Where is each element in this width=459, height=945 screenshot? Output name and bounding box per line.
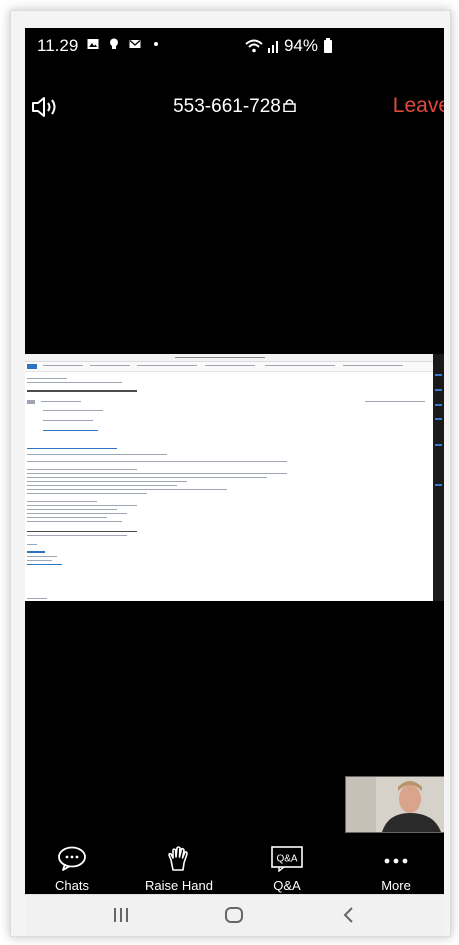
leave-button[interactable]: Leave — [393, 94, 444, 118]
side-taskbar — [433, 354, 444, 601]
status-right: 94% — [245, 36, 332, 56]
self-video[interactable] — [345, 776, 444, 833]
qa-button[interactable]: Q&A Q&A — [237, 846, 337, 893]
recent-apps-icon[interactable] — [111, 905, 131, 925]
chat-bubble-icon — [58, 846, 86, 871]
phone-screen: 11.29 94% 553-661-728 Leav Chats Raise H… — [25, 28, 444, 935]
self-video-person — [346, 777, 444, 832]
raise-hand-icon — [168, 846, 188, 871]
shared-titlebar — [25, 354, 433, 362]
status-bar: 11.29 94% — [25, 28, 444, 64]
qa-icon: Q&A — [271, 846, 303, 872]
svg-text:Q&A: Q&A — [276, 854, 297, 865]
bulb-icon — [110, 38, 118, 49]
meeting-toolbar: Chats Raise Hand Q&A Q&A More — [25, 840, 444, 894]
chats-button[interactable]: Chats — [25, 846, 122, 893]
shared-screen — [25, 354, 433, 601]
dot-icon — [154, 42, 158, 46]
signal-icon — [267, 41, 278, 53]
raise-hand-label: Raise Hand — [145, 878, 213, 893]
wifi-icon — [245, 39, 263, 53]
home-icon[interactable] — [224, 905, 244, 925]
status-left-icons — [87, 38, 162, 50]
battery-percent: 94% — [283, 36, 318, 55]
more-dots-icon — [384, 858, 408, 864]
meeting-id-block[interactable]: 553-661-728 — [25, 96, 444, 118]
back-icon[interactable] — [339, 905, 359, 925]
battery-icon — [324, 37, 332, 53]
status-time: 11.29 — [37, 36, 79, 55]
lock-icon — [283, 99, 296, 112]
meeting-header: 553-661-728 Leave — [25, 92, 444, 124]
qa-label: Q&A — [273, 878, 301, 893]
image-icon — [87, 39, 99, 49]
more-button[interactable]: More — [346, 846, 444, 893]
chats-label: Chats — [55, 878, 89, 893]
raise-hand-button[interactable]: Raise Hand — [129, 846, 229, 893]
meeting-id: 553-661-728 — [173, 96, 281, 117]
mail-icon — [129, 40, 141, 48]
shared-ribbon — [25, 362, 433, 372]
more-label: More — [381, 878, 411, 893]
android-nav-bar — [25, 894, 444, 936]
